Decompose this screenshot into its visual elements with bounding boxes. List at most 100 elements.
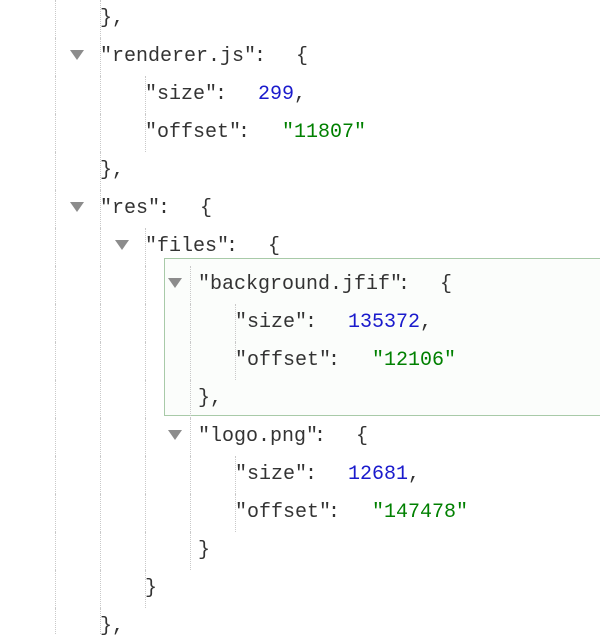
json-key: "offset"	[235, 494, 331, 532]
code-line: }	[0, 570, 600, 608]
indent-guide	[55, 570, 56, 608]
indent-guide	[55, 418, 56, 456]
indent-guide	[145, 418, 146, 456]
indent-guide	[190, 266, 191, 304]
colon: :	[314, 418, 326, 456]
colon: :	[305, 456, 317, 494]
code-line[interactable]: "background.jfif" : {	[0, 266, 600, 304]
code-line[interactable]: "renderer.js" : {	[0, 38, 600, 76]
indent-guide	[190, 494, 191, 532]
json-key: "logo.png"	[198, 418, 318, 456]
brace-close: },	[100, 152, 124, 190]
brace-open: {	[440, 266, 452, 304]
json-key: "renderer.js"	[100, 38, 256, 76]
json-key: "size"	[145, 76, 217, 114]
chevron-down-icon[interactable]	[168, 430, 182, 440]
brace-open: {	[200, 190, 212, 228]
json-number: 299	[258, 76, 294, 114]
code-line: "size" : 135372 ,	[0, 304, 600, 342]
indent-guide	[100, 532, 101, 570]
indent-guide	[55, 494, 56, 532]
indent-guide	[145, 494, 146, 532]
indent-guide	[145, 380, 146, 418]
indent-guide	[55, 228, 56, 266]
indent-guide	[145, 266, 146, 304]
indent-guide	[55, 342, 56, 380]
code-line: },	[0, 608, 600, 635]
code-line: "offset" : "11807"	[0, 114, 600, 152]
json-string: "147478"	[372, 494, 468, 532]
code-line[interactable]: "res" : {	[0, 190, 600, 228]
chevron-down-icon[interactable]	[115, 240, 129, 250]
json-key: "res"	[100, 190, 160, 228]
code-line: },	[0, 0, 600, 38]
brace-close: }	[198, 532, 210, 570]
indent-guide	[55, 608, 56, 635]
colon: :	[328, 494, 340, 532]
indent-guide	[55, 304, 56, 342]
json-number: 12681	[348, 456, 408, 494]
json-key: "files"	[145, 228, 229, 266]
indent-guide	[55, 190, 56, 228]
indent-guide	[55, 266, 56, 304]
indent-guide	[55, 532, 56, 570]
indent-guide	[100, 570, 101, 608]
indent-guide	[100, 380, 101, 418]
chevron-down-icon[interactable]	[70, 50, 84, 60]
indent-guide	[100, 418, 101, 456]
code-line[interactable]: "files" : {	[0, 228, 600, 266]
code-line: "size" : 12681 ,	[0, 456, 600, 494]
indent-guide	[100, 266, 101, 304]
colon: :	[215, 76, 227, 114]
brace-open: {	[296, 38, 308, 76]
code-line: "offset" : "12106"	[0, 342, 600, 380]
indent-guide	[55, 38, 56, 76]
indent-guide	[100, 228, 101, 266]
indent-guide	[55, 456, 56, 494]
brace-close: },	[100, 608, 124, 635]
chevron-down-icon[interactable]	[168, 278, 182, 288]
colon: :	[305, 304, 317, 342]
brace-open: {	[356, 418, 368, 456]
json-key: "offset"	[145, 114, 241, 152]
json-key: "background.jfif"	[198, 266, 402, 304]
json-number: 135372	[348, 304, 420, 342]
indent-guide	[55, 114, 56, 152]
comma: ,	[408, 456, 420, 494]
indent-guide	[145, 532, 146, 570]
indent-guide	[190, 342, 191, 380]
indent-guide	[55, 152, 56, 190]
comma: ,	[420, 304, 432, 342]
json-key: "size"	[235, 456, 307, 494]
indent-guide	[100, 342, 101, 380]
indent-guide	[145, 342, 146, 380]
code-line: },	[0, 380, 600, 418]
colon: :	[238, 114, 250, 152]
brace-close: }	[145, 570, 157, 608]
indent-guide	[190, 456, 191, 494]
indent-guide	[190, 532, 191, 570]
code-line: }	[0, 532, 600, 570]
indent-guide	[100, 114, 101, 152]
brace-close: },	[198, 380, 222, 418]
brace-open: {	[268, 228, 280, 266]
colon: :	[328, 342, 340, 380]
code-line: },	[0, 152, 600, 190]
colon: :	[254, 38, 266, 76]
comma: ,	[294, 76, 306, 114]
indent-guide	[55, 76, 56, 114]
indent-guide	[145, 304, 146, 342]
code-line[interactable]: "logo.png" : {	[0, 418, 600, 456]
json-string: "11807"	[282, 114, 366, 152]
code-line: "size" : 299 ,	[0, 76, 600, 114]
chevron-down-icon[interactable]	[70, 202, 84, 212]
code-line: "offset" : "147478"	[0, 494, 600, 532]
brace-close: },	[100, 0, 124, 38]
indent-guide	[100, 456, 101, 494]
indent-guide	[100, 304, 101, 342]
json-string: "12106"	[372, 342, 456, 380]
indent-guide	[55, 380, 56, 418]
indent-guide	[145, 456, 146, 494]
json-tree-viewer: }, "renderer.js" : { "size" : 299 , "off…	[0, 0, 600, 635]
json-key: "offset"	[235, 342, 331, 380]
